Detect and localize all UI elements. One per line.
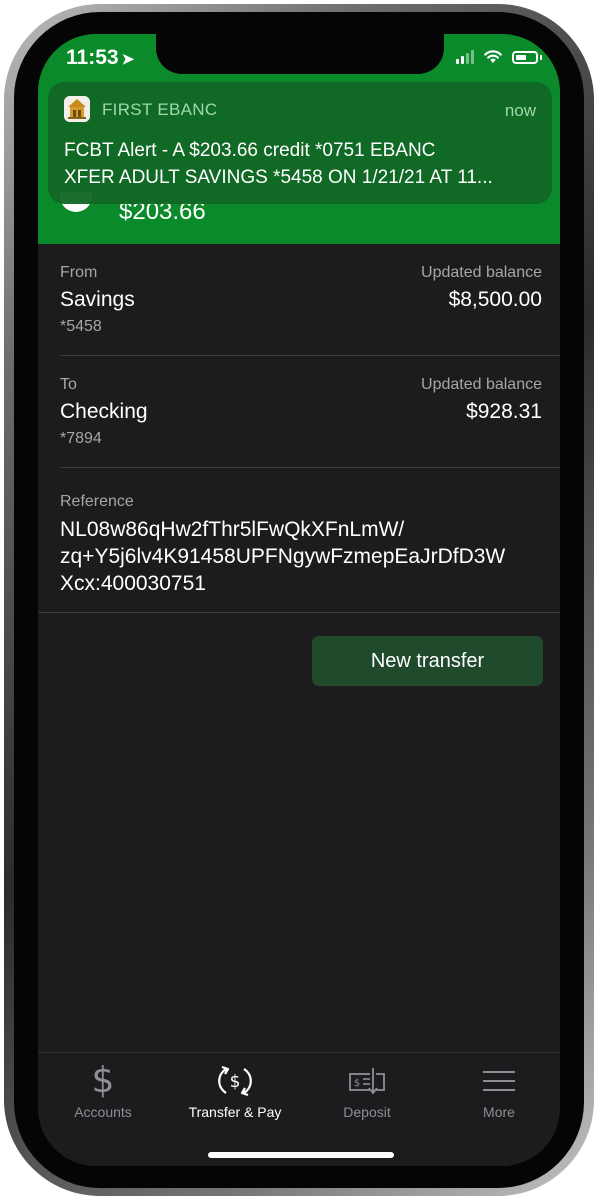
to-account-number: *7894 xyxy=(60,430,102,447)
tab-deposit[interactable]: $ Deposit xyxy=(302,1053,432,1133)
battery-tip xyxy=(540,55,542,60)
new-transfer-button[interactable]: New transfer xyxy=(312,636,543,686)
divider xyxy=(38,612,560,613)
svg-text:$: $ xyxy=(354,1078,360,1089)
screen: 11:53 ➤ $203.66 FIRST EBANC now FCBT Ale… xyxy=(38,34,560,1166)
reference-line-3: Xcx:400030751 xyxy=(60,572,206,595)
bank-app-icon xyxy=(64,96,90,122)
reference-line-1: NL08w86qHw2fThr5lFwQkXFnLmW/ xyxy=(60,518,405,541)
notification-time: now xyxy=(504,101,536,120)
dollar-icon: $ xyxy=(91,1060,115,1101)
menu-icon xyxy=(479,1063,519,1099)
tab-transfer-pay-label: Transfer & Pay xyxy=(188,1104,282,1120)
to-account-name: Checking xyxy=(60,400,148,423)
to-balance: $928.31 xyxy=(466,400,542,423)
reference-line-2: zq+Y5j6lv4K91458UPFNgywFzmepEaJrDfD3W xyxy=(60,545,506,568)
from-account-name: Savings xyxy=(60,288,135,311)
notch xyxy=(156,34,444,74)
notification-body: FCBT Alert - A $203.66 credit *0751 EBAN… xyxy=(64,137,540,191)
tab-accounts[interactable]: $ Accounts xyxy=(38,1053,168,1133)
from-balance-label: Updated balance xyxy=(421,264,542,281)
from-balance: $8,500.00 xyxy=(448,288,542,311)
notification-app-name: FIRST EBANC xyxy=(102,100,218,119)
tab-transfer-pay[interactable]: $ Transfer & Pay xyxy=(170,1053,300,1133)
svg-text:$: $ xyxy=(230,1072,241,1092)
push-notification[interactable]: FIRST EBANC now FCBT Alert - A $203.66 c… xyxy=(48,82,552,204)
tab-bar: $ Accounts $ Transfer & Pay $ Deposit Mo… xyxy=(38,1052,560,1166)
home-indicator[interactable] xyxy=(208,1152,394,1158)
notification-line-1: FCBT Alert - A $203.66 credit *0751 EBAN… xyxy=(64,140,436,161)
status-time-text: 11:53 xyxy=(66,46,119,69)
check-deposit-icon: $ xyxy=(347,1063,387,1099)
divider xyxy=(60,467,560,468)
status-icons xyxy=(456,49,542,64)
location-arrow-icon: ➤ xyxy=(121,51,135,68)
tab-more[interactable]: More xyxy=(434,1053,560,1133)
to-label: To xyxy=(60,376,77,393)
reference-value: NL08w86qHw2fThr5lFwQkXFnLmW/ zq+Y5j6lv4K… xyxy=(60,516,550,597)
notification-line-2: XFER ADULT SAVINGS *5458 ON 1/21/21 AT 1… xyxy=(64,167,493,188)
transfer-pay-icon: $ xyxy=(215,1063,255,1099)
from-label: From xyxy=(60,264,98,281)
from-account-number: *5458 xyxy=(60,318,102,335)
status-time: 11:53 ➤ xyxy=(66,46,134,70)
divider xyxy=(60,355,560,356)
wifi-icon xyxy=(484,50,502,63)
tab-deposit-label: Deposit xyxy=(343,1104,391,1120)
to-balance-label: Updated balance xyxy=(421,376,542,393)
battery-icon xyxy=(512,51,538,64)
cellular-signal-icon xyxy=(456,50,474,64)
reference-label: Reference xyxy=(60,493,134,510)
tab-more-label: More xyxy=(483,1104,515,1120)
tab-accounts-label: Accounts xyxy=(74,1104,132,1120)
